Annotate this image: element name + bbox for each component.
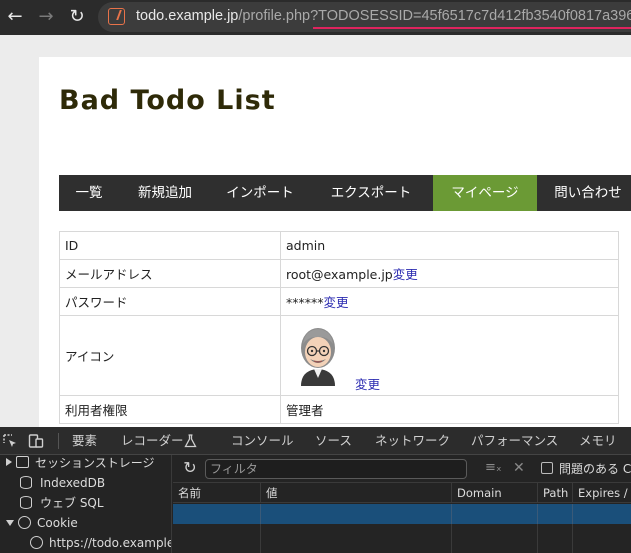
cookie-icon <box>18 516 31 529</box>
browser-toolbar: ← → ↻ todo.example.jp/profile.php?TODOSE… <box>0 0 631 35</box>
sidebar-item-label: Cookie <box>37 516 78 530</box>
icon-cell: 変更 <box>280 315 619 396</box>
column-divider <box>537 524 538 553</box>
sidebar-item-label: https://todo.example.jp <box>49 536 171 550</box>
expand-icon <box>6 458 12 466</box>
nav-export[interactable]: エクスポート <box>309 175 433 211</box>
sidebar-item-web-sql[interactable]: ウェブ SQL <box>20 493 104 513</box>
sidebar-item-cookie[interactable]: Cookie <box>6 513 78 533</box>
password-label: パスワード <box>59 287 281 316</box>
cookie-panel: ↻ フィルタ ≡ₓ ✕ 問題のある Cookie のみを表示 名前 値 Doma… <box>173 455 631 553</box>
tab-recorder[interactable]: レコーダー <box>121 427 184 455</box>
tab-memory[interactable]: メモリ <box>579 427 617 455</box>
nav-new[interactable]: 新規追加 <box>119 175 211 211</box>
devtools-panel: 要素 レコーダー コンソール ソース ネットワーク パフォーマンス メモリ セッ… <box>0 427 631 553</box>
database-icon <box>20 496 32 509</box>
refresh-icon[interactable]: ↻ <box>181 459 199 477</box>
table-row: ID admin <box>59 231 619 260</box>
url-highlight-underline <box>313 27 631 29</box>
devtools-tabbar: 要素 レコーダー コンソール ソース ネットワーク パフォーマンス メモリ <box>0 427 631 455</box>
tab-performance[interactable]: パフォーマンス <box>471 427 558 455</box>
table-row[interactable] <box>173 504 631 524</box>
site-info-icon[interactable] <box>108 8 125 25</box>
main-nav: 一覧 新規追加 インポート エクスポート マイページ 問い合わせ <box>59 175 631 211</box>
clear-all-icon[interactable]: ≡ₓ <box>485 459 502 477</box>
column-divider <box>451 524 452 553</box>
reload-icon[interactable]: ↻ <box>66 6 88 28</box>
issues-only-label: 問題のある Cookie のみを表示 <box>559 462 631 476</box>
storage-table-icon <box>16 456 29 468</box>
cell-divider <box>572 504 573 524</box>
cookie-grid-header: 名前 値 Domain Path Expires / Max-Age <box>173 483 631 503</box>
profile-table: ID admin メールアドレス root@example.jp変更 パスワード… <box>59 231 619 424</box>
cell-divider <box>451 504 452 524</box>
email-change-link[interactable]: 変更 <box>393 267 418 282</box>
application-sidebar: セッションストレージ IndexedDB ウェブ SQL Cookie http… <box>0 455 172 553</box>
role-value: 管理者 <box>280 395 619 424</box>
table-row: 利用者権限 管理者 <box>59 395 619 424</box>
sidebar-item-label: IndexedDB <box>40 476 106 490</box>
tab-network[interactable]: ネットワーク <box>375 427 450 455</box>
issues-only-checkbox[interactable] <box>541 462 553 474</box>
id-label: ID <box>59 231 281 260</box>
email-label: メールアドレス <box>59 259 281 288</box>
forward-icon[interactable]: → <box>35 6 57 28</box>
cell-divider <box>537 504 538 524</box>
sidebar-item-label: ウェブ SQL <box>40 496 104 510</box>
tab-elements[interactable]: 要素 <box>72 427 97 455</box>
icon-label: アイコン <box>59 315 281 396</box>
back-icon[interactable]: ← <box>4 6 26 28</box>
password-value: ****** <box>286 295 324 310</box>
page-title: Bad Todo List <box>59 85 276 116</box>
nav-contact[interactable]: 問い合わせ <box>537 175 631 211</box>
table-row: メールアドレス root@example.jp変更 <box>59 259 619 288</box>
sidebar-item-indexeddb[interactable]: IndexedDB <box>20 473 105 493</box>
nav-import[interactable]: インポート <box>211 175 309 211</box>
tab-sources[interactable]: ソース <box>315 427 352 455</box>
url-host: todo.example.jp <box>136 8 239 24</box>
sidebar-item-label: セッションストレージ <box>35 456 155 470</box>
column-path[interactable]: Path <box>537 483 572 503</box>
password-cell: ******変更 <box>280 287 619 316</box>
column-expires[interactable]: Expires / Max-Age <box>572 483 631 503</box>
column-value[interactable]: 値 <box>260 483 451 503</box>
cell-divider <box>260 504 261 524</box>
cookie-toolbar: ↻ フィルタ ≡ₓ ✕ 問題のある Cookie のみを表示 <box>173 455 631 483</box>
column-name[interactable]: 名前 <box>173 483 260 503</box>
nav-mypage[interactable]: マイページ <box>433 175 537 211</box>
cookie-icon <box>30 536 43 549</box>
delete-selected-icon[interactable]: ✕ <box>513 459 525 477</box>
tab-console[interactable]: コンソール <box>231 427 294 455</box>
url-text: todo.example.jp/profile.php?TODOSESSID=4… <box>136 8 631 24</box>
url-path: /profile.php?TODOSESSID=45f6517c7d412fb3… <box>238 8 631 24</box>
id-value: admin <box>280 231 619 260</box>
table-row: アイコン 変更 <box>59 315 619 396</box>
email-value: root@example.jp <box>286 267 393 282</box>
inspect-element-icon[interactable] <box>2 433 18 449</box>
database-icon <box>20 476 32 489</box>
avatar <box>301 328 335 386</box>
collapse-icon <box>6 520 14 526</box>
email-cell: root@example.jp変更 <box>280 259 619 288</box>
password-change-link[interactable]: 変更 <box>324 295 349 310</box>
column-divider <box>572 524 573 553</box>
column-divider <box>260 524 261 553</box>
sidebar-item-session-storage[interactable]: セッションストレージ <box>6 455 155 473</box>
web-page: Bad Todo List 一覧 新規追加 インポート エクスポート マイページ… <box>0 35 631 427</box>
cookie-grid-body <box>173 524 631 553</box>
column-domain[interactable]: Domain <box>451 483 537 503</box>
icon-change-link[interactable]: 変更 <box>355 374 380 393</box>
flask-icon <box>184 434 197 448</box>
device-toolbar-icon[interactable] <box>28 433 44 449</box>
filter-input[interactable]: フィルタ <box>205 459 467 479</box>
role-label: 利用者権限 <box>59 395 281 424</box>
nav-list[interactable]: 一覧 <box>59 175 119 211</box>
page-card: Bad Todo List 一覧 新規追加 インポート エクスポート マイページ… <box>39 57 631 427</box>
toolbar-divider <box>58 433 59 449</box>
table-row: パスワード ******変更 <box>59 287 619 316</box>
sidebar-item-cookie-origin[interactable]: https://todo.example.jp <box>30 533 171 553</box>
